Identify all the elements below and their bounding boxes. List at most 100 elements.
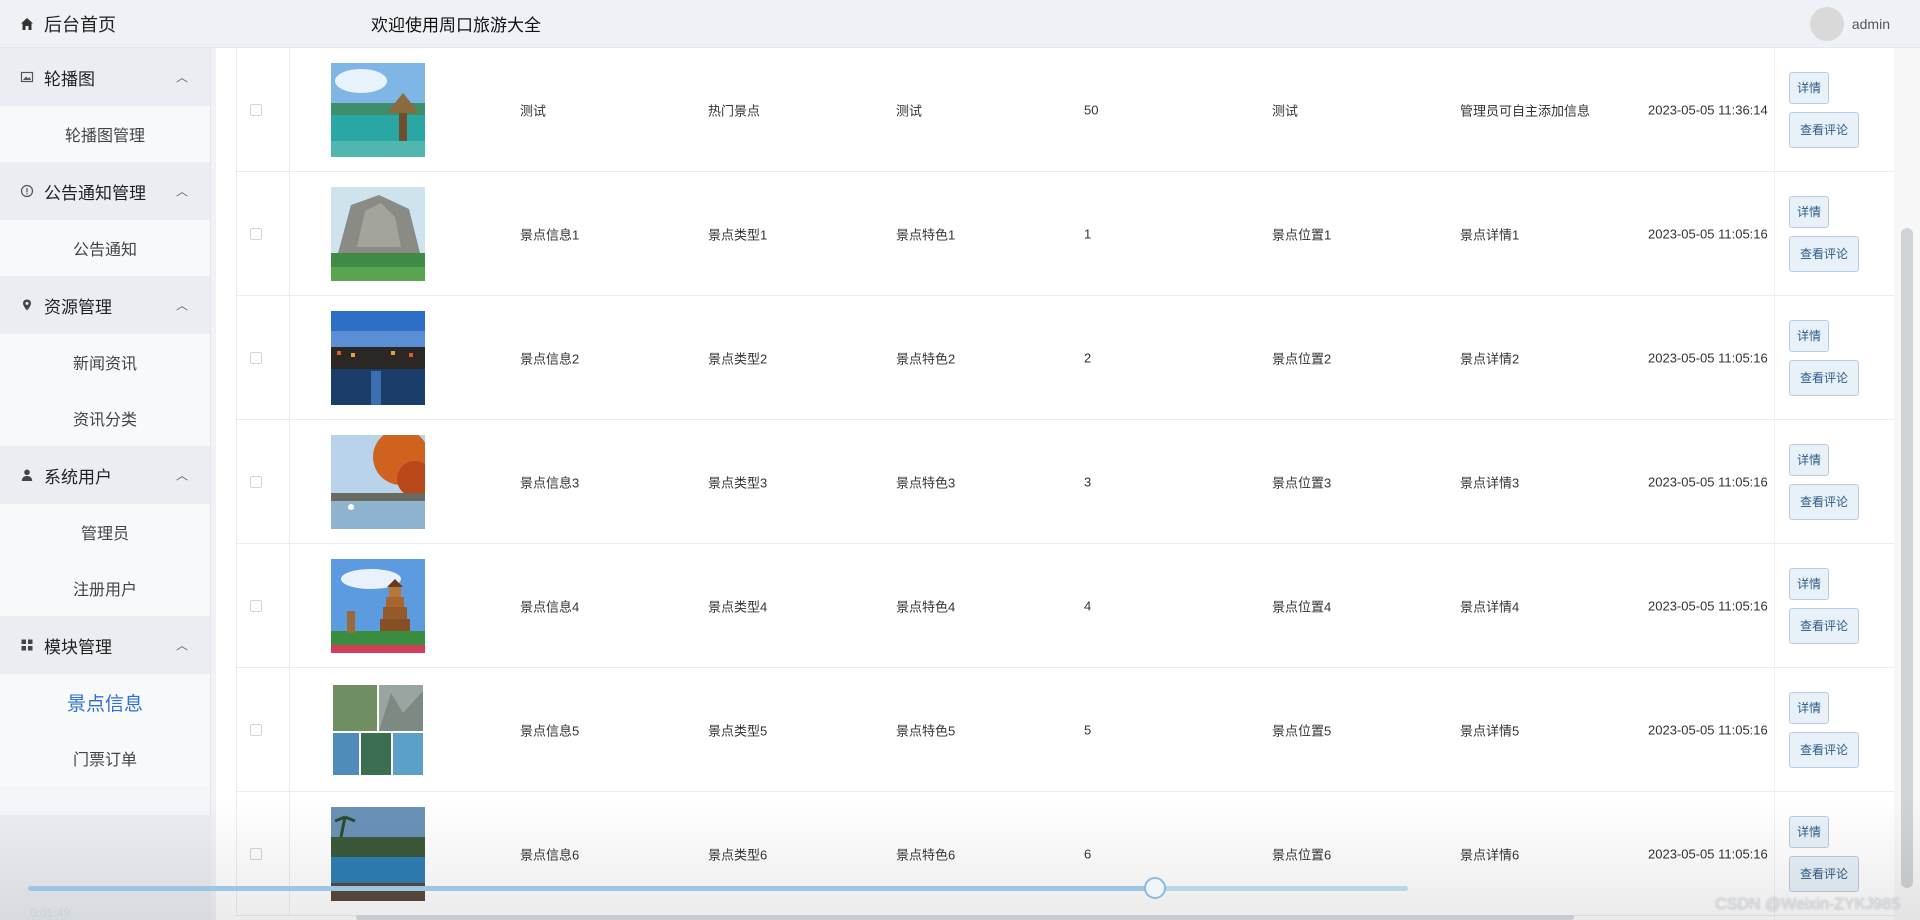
mountain-cliff-photo (331, 186, 425, 281)
view-comments-button[interactable]: 查看评论 (1789, 235, 1859, 272)
sidebar-footer (0, 815, 211, 920)
home-label: 后台首页 (44, 14, 116, 35)
chevron-up-icon: ︿ (175, 298, 188, 313)
row-checkbox[interactable] (250, 351, 262, 364)
home-icon (20, 17, 34, 31)
view-comments-button[interactable]: 查看评论 (1789, 855, 1859, 892)
sidebar-item-registered-users[interactable]: 注册用户 (0, 560, 210, 616)
row-actions: 详情 查看评论 (1789, 691, 1859, 768)
cell-detail: 景点详情1 (1460, 227, 1520, 242)
row-checkbox[interactable] (250, 847, 262, 860)
menu-group-system-users[interactable]: 系统用户 ︿ (0, 446, 210, 504)
chevron-up-icon: ︿ (175, 468, 188, 483)
table-row: 景点信息5 景点类型5 景点特色5 5 景点位置5 景点详情5 2023-05-… (237, 668, 1906, 792)
row-checkbox[interactable] (250, 103, 262, 116)
detail-button[interactable]: 详情 (1789, 319, 1830, 352)
video-progress-fill (28, 886, 1156, 891)
sidebar-item-scenic-info[interactable]: 景点信息 (0, 674, 210, 730)
detail-button[interactable]: 详情 (1789, 815, 1830, 848)
detail-button[interactable]: 详情 (1789, 443, 1830, 476)
cell-name: 景点信息6 (520, 847, 580, 862)
location-pin-icon (20, 298, 34, 312)
user-icon (20, 468, 34, 482)
detail-button[interactable]: 详情 (1789, 195, 1830, 228)
avatar[interactable] (1809, 6, 1844, 41)
detail-button[interactable]: 详情 (1789, 691, 1830, 724)
cell-number: 1 (1084, 226, 1092, 241)
sidebar: 轮播图 ︿ 轮播图管理 公告通知管理 ︿ 公告通知 资源管理 ︿ 新闻资讯 资讯… (0, 48, 211, 920)
vertical-scrollbar[interactable] (1894, 48, 1920, 920)
table-row: 测试 热门景点 测试 50 测试 管理员可自主添加信息 2023-05-05 1… (237, 48, 1906, 172)
table-row: 景点信息6 景点类型6 景点特色6 6 景点位置6 景点详情6 2023-05-… (237, 792, 1906, 916)
cell-number: 50 (1084, 102, 1099, 117)
sidebar-item-ticket-orders[interactable]: 门票订单 (0, 730, 210, 786)
top-header: 后台首页 欢迎使用周口旅游大全 admin (0, 0, 1920, 48)
cell-type: 景点类型4 (708, 599, 768, 614)
autumn-lake-photo (331, 434, 425, 529)
cell-type: 景点类型5 (708, 723, 768, 738)
row-checkbox[interactable] (250, 723, 262, 736)
cell-feature: 景点特色6 (896, 847, 956, 862)
row-checkbox[interactable] (250, 475, 262, 488)
chevron-up-icon: ︿ (175, 184, 188, 199)
cell-feature: 景点特色1 (896, 227, 956, 242)
view-comments-button[interactable]: 查看评论 (1789, 731, 1859, 768)
home-link[interactable]: 后台首页 (0, 11, 211, 37)
image-icon (20, 70, 34, 84)
table-row: 景点信息1 景点类型1 景点特色1 1 景点位置1 景点详情1 2023-05-… (237, 172, 1906, 296)
cell-time: 2023-05-05 11:05:16 (1648, 598, 1768, 613)
row-actions: 详情 查看评论 (1789, 71, 1859, 148)
table-row: 景点信息2 景点类型2 景点特色2 2 景点位置2 景点详情2 2023-05-… (237, 296, 1906, 420)
cell-detail: 景点详情3 (1460, 475, 1520, 490)
view-comments-button[interactable]: 查看评论 (1789, 359, 1859, 396)
cell-type: 景点类型3 (708, 475, 768, 490)
user-area[interactable]: admin (1809, 6, 1920, 41)
detail-button[interactable]: 详情 (1789, 71, 1830, 104)
menu-group-carousel[interactable]: 轮播图 ︿ (0, 48, 210, 106)
cell-type: 景点类型1 (708, 227, 768, 242)
horizontal-scrollbar[interactable] (356, 915, 1574, 920)
cell-name: 景点信息1 (520, 227, 580, 242)
view-comments-button[interactable]: 查看评论 (1789, 483, 1859, 520)
elapsed-time: 0:01:49 (30, 906, 71, 920)
menu-group-modules[interactable]: 模块管理 ︿ (0, 616, 210, 674)
video-progress-bar[interactable] (28, 877, 1408, 899)
cell-detail: 管理员可自主添加信息 (1460, 103, 1591, 118)
row-checkbox[interactable] (250, 599, 262, 612)
cell-time: 2023-05-05 11:36:14 (1648, 102, 1768, 117)
cell-type: 景点类型2 (708, 351, 768, 366)
cell-name: 景点信息3 (520, 475, 580, 490)
menu-group-label: 模块管理 (44, 637, 112, 657)
table-row: 景点信息3 景点类型3 景点特色3 3 景点位置3 景点详情3 2023-05-… (237, 420, 1906, 544)
sidebar-item-notice[interactable]: 公告通知 (0, 220, 210, 276)
chevron-up-icon: ︿ (175, 638, 188, 653)
sidebar-item-news[interactable]: 新闻资讯 (0, 334, 210, 390)
menu-group-resources[interactable]: 资源管理 ︿ (0, 276, 210, 334)
view-comments-button[interactable]: 查看评论 (1789, 607, 1859, 644)
progress-handle[interactable] (1144, 877, 1167, 899)
view-comments-button[interactable]: 查看评论 (1789, 111, 1859, 148)
cell-time: 2023-05-05 11:05:16 (1648, 226, 1768, 241)
cell-detail: 景点详情2 (1460, 351, 1520, 366)
water-town-night-photo (331, 310, 425, 405)
cell-time: 2023-05-05 11:05:16 (1648, 474, 1768, 489)
scrollbar-thumb[interactable] (1901, 228, 1913, 888)
row-checkbox[interactable] (250, 227, 262, 240)
menu-group-label: 轮播图 (44, 69, 95, 89)
info-icon (20, 184, 34, 198)
grid-icon (20, 638, 34, 652)
row-actions: 详情 查看评论 (1789, 319, 1859, 396)
app-window: 后台首页 欢迎使用周口旅游大全 admin 轮播图 ︿ 轮播图管理 公告通知管理… (0, 0, 1920, 920)
table-row: 景点信息4 景点类型4 景点特色4 4 景点位置4 景点详情4 2023-05-… (237, 544, 1906, 668)
sidebar-item-news-category[interactable]: 资讯分类 (0, 390, 210, 446)
menu-group-notice[interactable]: 公告通知管理 ︿ (0, 162, 210, 220)
cell-location: 景点位置6 (1272, 847, 1332, 862)
cell-location: 景点位置3 (1272, 475, 1332, 490)
sidebar-item-admin[interactable]: 管理员 (0, 504, 210, 560)
detail-button[interactable]: 详情 (1789, 567, 1830, 600)
cell-number: 3 (1084, 474, 1092, 489)
cell-feature: 测试 (896, 103, 923, 118)
user-name[interactable]: admin (1852, 16, 1890, 32)
cell-detail: 景点详情6 (1460, 847, 1520, 862)
sidebar-item-carousel-manage[interactable]: 轮播图管理 (0, 106, 210, 162)
